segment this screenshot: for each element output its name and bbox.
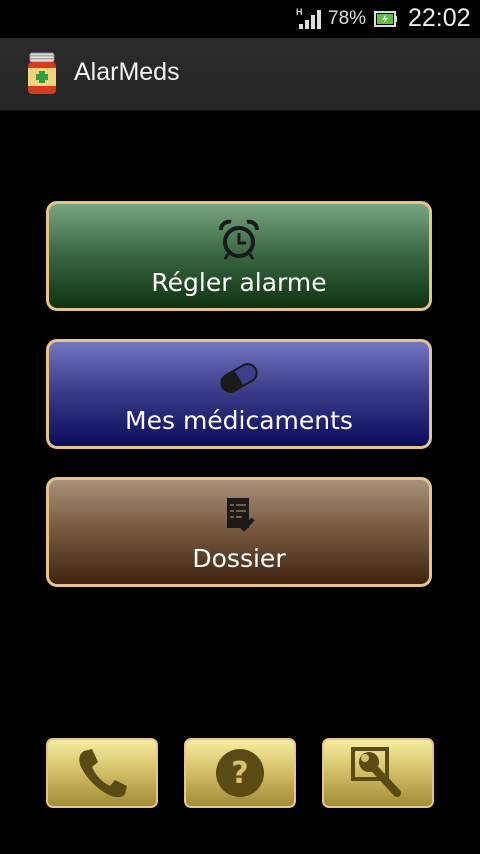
help-button[interactable]: ? <box>184 738 296 808</box>
app-title: AlarMeds <box>74 58 180 86</box>
action-bar: AlarMeds <box>0 38 480 111</box>
pill-bottle-icon <box>28 52 56 94</box>
my-medications-button[interactable]: Mes médicaments <box>46 339 432 449</box>
phone-button[interactable] <box>46 738 158 808</box>
help-icon: ? <box>216 749 264 797</box>
set-alarm-button[interactable]: Régler alarme <box>46 201 432 311</box>
alarm-clock-icon <box>219 219 259 260</box>
svg-text:H: H <box>296 7 303 17</box>
phone-icon <box>79 749 127 798</box>
signal-icon: H <box>296 7 321 29</box>
battery-percent: 78% <box>328 8 367 29</box>
my-medications-label: Mes médicaments <box>125 406 353 435</box>
dossier-label: Dossier <box>192 544 286 573</box>
battery-icon <box>374 11 397 27</box>
settings-wrench-icon <box>351 747 401 797</box>
svg-text:?: ? <box>231 756 248 791</box>
settings-button[interactable] <box>322 738 434 808</box>
set-alarm-label: Régler alarme <box>151 268 327 297</box>
capsule-icon <box>220 363 258 393</box>
status-bar: H 78% 22:02 <box>0 0 480 38</box>
checklist-icon <box>227 498 255 532</box>
status-clock: 22:02 <box>408 4 471 32</box>
dossier-button[interactable]: Dossier <box>46 477 432 587</box>
